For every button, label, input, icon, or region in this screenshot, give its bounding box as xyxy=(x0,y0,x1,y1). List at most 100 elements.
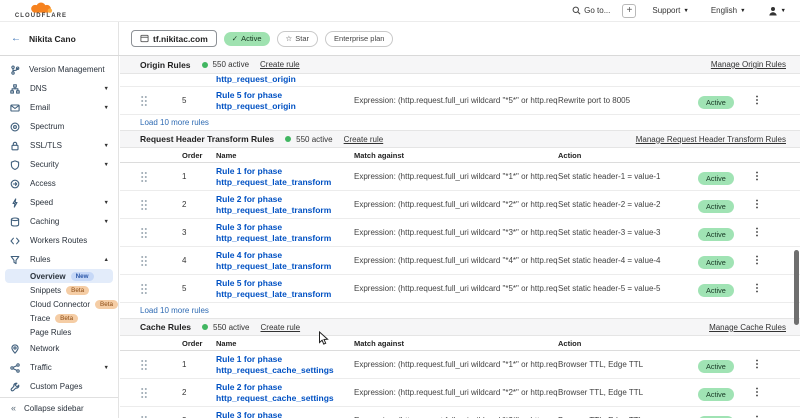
language-menu[interactable]: English ▼ xyxy=(711,6,746,15)
sidebar-item-custom-pages[interactable]: Custom Pages xyxy=(0,377,118,396)
account-menu[interactable]: ▼ xyxy=(768,6,786,16)
column-header-order: Order xyxy=(182,339,216,348)
rule-name-link[interactable]: Rule 5 for phasehttp_request_origin xyxy=(216,90,354,111)
cloudflare-logo[interactable]: CLOUDFLARE xyxy=(10,2,72,19)
support-menu[interactable]: Support ▼ xyxy=(652,6,688,15)
sidebar-item-speed[interactable]: Speed ▼ xyxy=(0,193,118,212)
load-more-rules-link[interactable]: Load 10 more rules xyxy=(120,303,800,318)
manage-origin-rules-link[interactable]: Manage Origin Rules xyxy=(711,60,786,69)
rule-name-link[interactable]: Rule 3 for phasehttp_request_cache_setti… xyxy=(216,410,354,418)
chevron-down-icon: ▼ xyxy=(740,8,745,14)
vertical-scrollbar[interactable] xyxy=(794,250,799,325)
kebab-menu-icon[interactable]: ⋮ xyxy=(746,283,768,294)
kebab-menu-icon[interactable]: ⋮ xyxy=(746,255,768,266)
drag-handle-icon[interactable] xyxy=(140,227,182,239)
sidebar-item-cloud-connector[interactable]: Cloud Connector Beta xyxy=(5,297,113,311)
load-more-rules-link[interactable]: Load 10 more rules xyxy=(120,115,800,130)
kebab-menu-icon[interactable]: ⋮ xyxy=(746,199,768,210)
create-rule-link[interactable]: Create rule xyxy=(261,323,301,332)
sidebar-item-label: Email xyxy=(30,103,50,112)
sidebar-item-trace[interactable]: Trace Beta xyxy=(5,311,113,325)
sidebar-item-label: Caching xyxy=(30,217,59,226)
drag-handle-icon[interactable] xyxy=(140,415,182,418)
sidebar-item-label: SSL/TLS xyxy=(30,141,62,150)
rule-name-link[interactable]: Rule 5 for phasehttp_request_late_transf… xyxy=(216,278,354,299)
rule-name-link[interactable]: Rule 2 for phasehttp_request_late_transf… xyxy=(216,194,354,215)
drag-handle-icon[interactable] xyxy=(140,255,182,267)
zone-status-label: Active xyxy=(241,34,261,43)
drag-handle-icon[interactable] xyxy=(140,283,182,295)
zone-status-badge: ✓ Active xyxy=(224,32,270,46)
global-search[interactable]: Go to... xyxy=(572,6,610,15)
create-rule-link[interactable]: Create rule xyxy=(344,135,384,144)
sidebar-item-ssl-tls[interactable]: SSL/TLS ▼ xyxy=(0,136,118,155)
sidebar-item-spectrum[interactable]: Spectrum xyxy=(0,117,118,136)
manage-request-header-transform-rules-link[interactable]: Manage Request Header Transform Rules xyxy=(636,135,786,144)
request-header-transform-rules-rows: 1 Rule 1 for phasehttp_request_late_tran… xyxy=(120,163,800,303)
status-badge: Active xyxy=(698,200,734,213)
chevron-down-icon: ▼ xyxy=(104,143,109,149)
check-icon: ✓ xyxy=(232,34,238,43)
table-row: 4 Rule 4 for phasehttp_request_late_tran… xyxy=(120,247,800,275)
kebab-menu-icon[interactable]: ⋮ xyxy=(746,227,768,238)
drag-handle-icon[interactable] xyxy=(140,199,182,211)
active-count: 550 active xyxy=(213,60,249,69)
zone-header-bar: ← Nikita Cano tf.nikitac.com ✓ Active ☆ … xyxy=(0,22,800,56)
chevron-down-icon: ▼ xyxy=(104,219,109,225)
create-rule-link[interactable]: Create rule xyxy=(260,60,300,69)
drag-handle-icon[interactable] xyxy=(140,359,182,371)
sidebar-subitem-label: Snippets xyxy=(30,286,61,295)
rule-name-link[interactable]: Rule 1 for phasehttp_request_late_transf… xyxy=(216,166,354,187)
star-button[interactable]: ☆ Star xyxy=(277,31,319,47)
manage-cache-rules-link[interactable]: Manage Cache Rules xyxy=(709,323,786,332)
status-badge: Active xyxy=(698,256,734,269)
cache-rules-rows: 1 Rule 1 for phasehttp_request_cache_set… xyxy=(120,351,800,418)
kebab-menu-icon[interactable]: ⋮ xyxy=(746,387,768,398)
sidebar-item-dns[interactable]: DNS ▼ xyxy=(0,79,118,98)
sidebar-item-label: Spectrum xyxy=(30,122,64,131)
sidebar-item-access[interactable]: Access xyxy=(0,174,118,193)
sidebar-item-rules[interactable]: Rules ▲ xyxy=(0,250,118,269)
add-button[interactable]: + xyxy=(622,4,636,18)
domain-selector[interactable]: tf.nikitac.com xyxy=(131,30,217,47)
sidebar-item-caching[interactable]: Caching ▼ xyxy=(0,212,118,231)
sidebar-item-label: Speed xyxy=(30,198,53,207)
sidebar-item-workers-routes[interactable]: Workers Routes xyxy=(0,231,118,250)
sidebar-item-label: Custom Pages xyxy=(30,382,82,391)
table-row: 5 Rule 5 for phasehttp_request_origin Ex… xyxy=(120,87,800,115)
back-arrow-icon[interactable]: ← xyxy=(11,33,21,44)
beta-badge: Beta xyxy=(55,314,78,323)
branch-icon xyxy=(10,65,20,75)
sidebar-item-version-management[interactable]: Version Management xyxy=(0,60,118,79)
top-bar: CLOUDFLARE Go to... + Support ▼ English … xyxy=(0,0,800,22)
rule-name-link[interactable]: Rule 1 for phasehttp_request_cache_setti… xyxy=(216,354,354,375)
rule-name-link[interactable]: http_request_origin xyxy=(216,74,354,85)
sidebar-item-email[interactable]: Email ▼ xyxy=(0,98,118,117)
sidebar-item-snippets[interactable]: Snippets Beta xyxy=(5,283,113,297)
sidebar-item-page-rules[interactable]: Page Rules xyxy=(5,325,113,339)
rule-name-link[interactable]: Rule 3 for phasehttp_request_late_transf… xyxy=(216,222,354,243)
drag-handle-icon[interactable] xyxy=(140,387,182,399)
drag-handle-icon[interactable] xyxy=(140,95,182,107)
rule-order: 2 xyxy=(182,200,216,209)
drag-handle-icon[interactable] xyxy=(140,171,182,183)
kebab-menu-icon[interactable]: ⋮ xyxy=(746,95,768,106)
sidebar-item-label: Network xyxy=(30,344,59,353)
rule-order: 5 xyxy=(182,284,216,293)
origin-rules-rows: 5 Rule 5 for phasehttp_request_origin Ex… xyxy=(120,87,800,115)
chevron-down-icon: ▼ xyxy=(683,8,688,14)
kebab-menu-icon[interactable]: ⋮ xyxy=(746,171,768,182)
sidebar-item-overview[interactable]: Overview New xyxy=(5,269,113,283)
column-header-name: Name xyxy=(216,339,354,348)
rule-name-link[interactable]: Rule 2 for phasehttp_request_cache_setti… xyxy=(216,382,354,403)
sidebar-item-security[interactable]: Security ▼ xyxy=(0,155,118,174)
collapse-sidebar-button[interactable]: « Collapse sidebar xyxy=(0,397,118,418)
sidebar-item-network[interactable]: Network xyxy=(0,339,118,358)
rule-name-link[interactable]: Rule 4 for phasehttp_request_late_transf… xyxy=(216,250,354,271)
section-title: Origin Rules xyxy=(140,60,191,70)
kebab-menu-icon[interactable]: ⋮ xyxy=(746,359,768,370)
sidebar-item-traffic[interactable]: Traffic ▼ xyxy=(0,358,118,377)
active-dot-icon xyxy=(202,324,208,330)
new-badge: New xyxy=(71,272,94,281)
section-header-request-header-transform-rules: Request Header Transform Rules 550 activ… xyxy=(120,130,800,148)
